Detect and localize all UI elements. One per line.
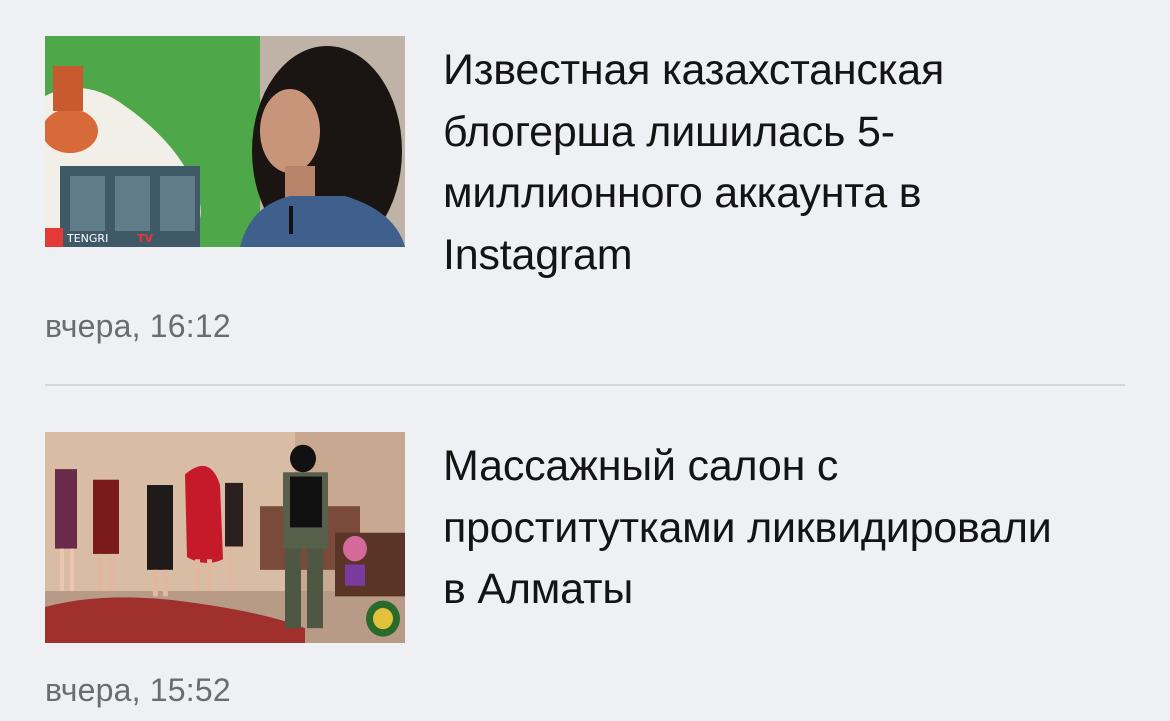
news-headline[interactable]: Известная казахстанская блогерша лишилас… bbox=[443, 40, 1083, 286]
svg-text:TENGRI: TENGRI bbox=[66, 232, 108, 245]
news-timestamp: вчера, 15:52 bbox=[45, 672, 231, 708]
news-thumbnail[interactable] bbox=[45, 432, 405, 643]
news-feed: TENGRI TV Известная казахстанская блогер… bbox=[0, 0, 1170, 721]
police-raid-photo bbox=[45, 432, 405, 643]
news-headline[interactable]: Массажный салон с проститутками ликвидир… bbox=[443, 436, 1083, 621]
news-thumbnail[interactable]: TENGRI TV bbox=[45, 36, 405, 247]
divider bbox=[45, 384, 1125, 386]
svg-text:TV: TV bbox=[137, 232, 154, 245]
news-timestamp: вчера, 16:12 bbox=[45, 308, 231, 344]
blogger-interview-photo: TENGRI TV bbox=[45, 36, 405, 247]
